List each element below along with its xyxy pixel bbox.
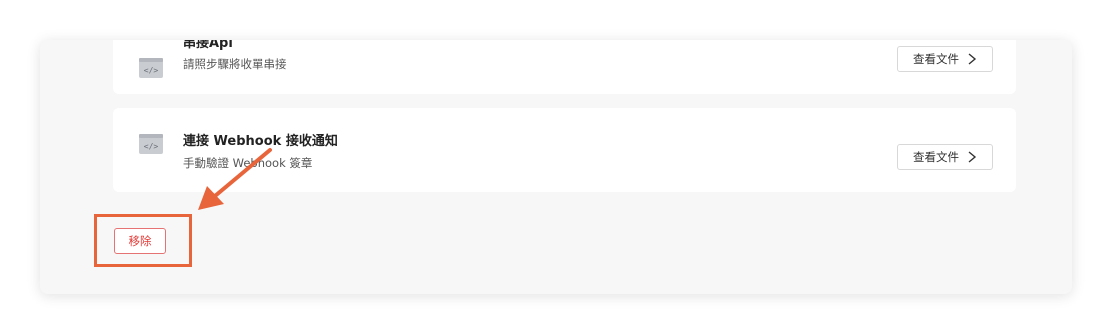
view-docs-button[interactable]: 查看文件 xyxy=(897,144,993,170)
code-icon: </> xyxy=(139,58,163,78)
view-docs-button[interactable]: 查看文件 xyxy=(897,46,993,72)
integration-title: 串接Api xyxy=(183,40,233,51)
chevron-right-icon xyxy=(968,151,977,163)
code-icon: </> xyxy=(139,134,163,154)
chevron-right-icon xyxy=(968,53,977,65)
integration-title: 連接 Webhook 接收通知 xyxy=(183,134,338,149)
view-docs-label: 查看文件 xyxy=(913,52,959,66)
svg-text:</>: </> xyxy=(144,142,159,151)
integration-panel: </> 串接Api 請照步驟將收單串接 查看文件 </> 連接 Webhook … xyxy=(40,40,1072,294)
integration-card-webhook: </> 連接 Webhook 接收通知 手動驗證 Webhook 簽章 查看文件 xyxy=(113,108,1016,192)
svg-text:</>: </> xyxy=(144,66,159,75)
view-docs-label: 查看文件 xyxy=(913,150,959,164)
annotation-highlight-box xyxy=(94,214,192,267)
integration-card-api: </> 串接Api 請照步驟將收單串接 查看文件 xyxy=(113,40,1016,94)
integration-description: 請照步驟將收單串接 xyxy=(183,57,287,71)
integration-description: 手動驗證 Webhook 簽章 xyxy=(183,156,313,170)
